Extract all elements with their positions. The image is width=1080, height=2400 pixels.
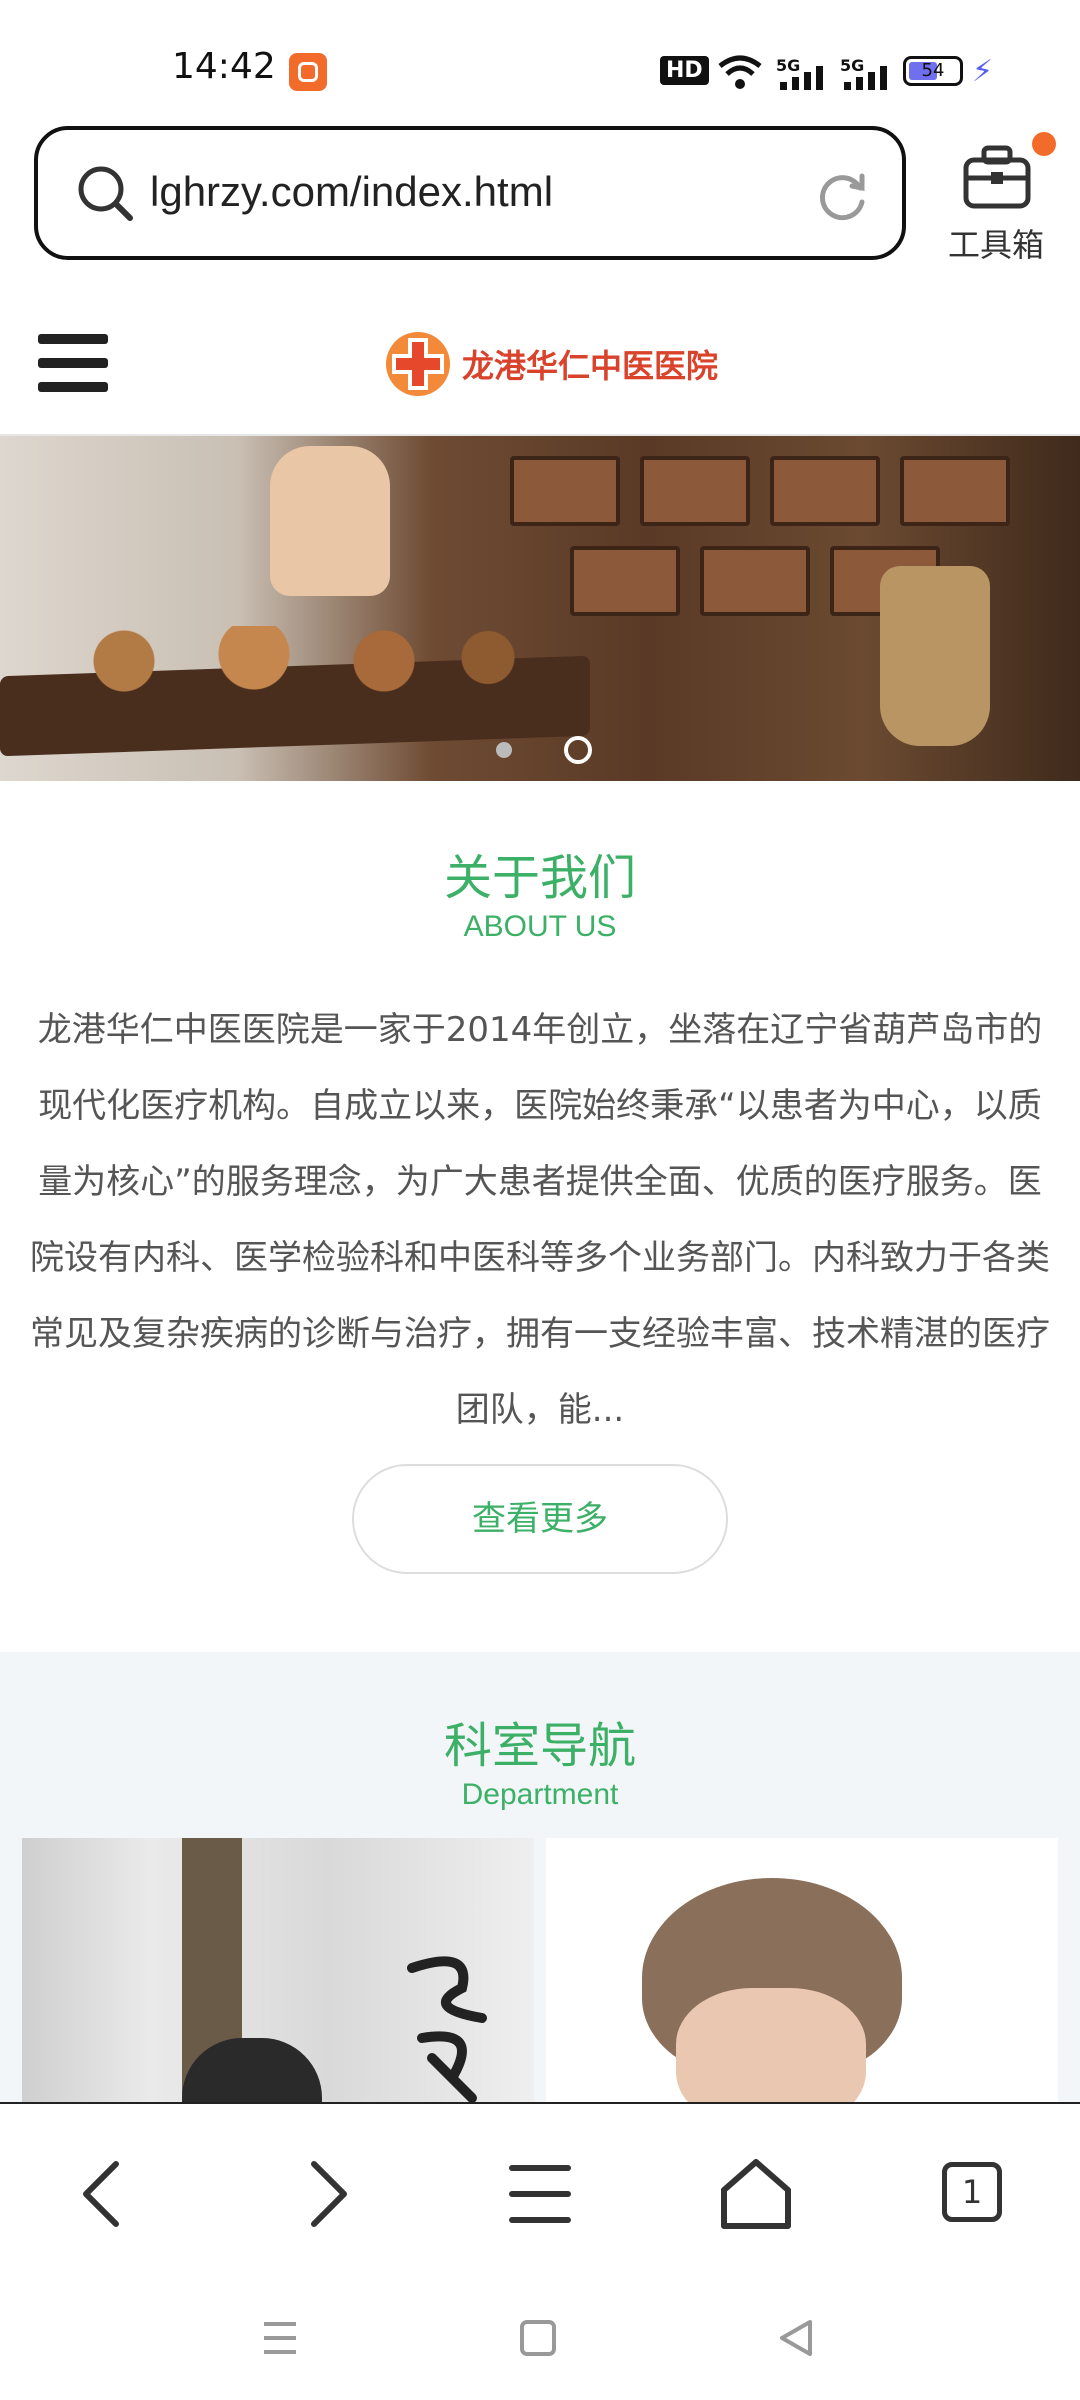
toolbox-label: 工具箱 [947,226,1044,264]
status-bar: 14:42 HD 5G 5G 54 ⚡ [0,0,1080,120]
tabs-button[interactable]: 1 [922,2144,1022,2244]
signal-icon [780,66,823,90]
doctor-photo [676,1988,866,2102]
search-icon[interactable] [76,164,136,224]
status-time: 14:42 [172,46,276,87]
carousel-dot-2[interactable] [564,736,592,764]
back-icon[interactable] [56,2144,156,2244]
logo-text: 龙港华仁中医医院 [462,347,719,385]
about-subtitle: ABOUT US [463,910,617,943]
system-nav-bar [0,2264,1080,2400]
battery-icon: 54 [903,56,963,86]
hd-icon: HD [660,56,709,85]
app-notification-icon [289,53,327,91]
reload-icon[interactable] [814,168,870,224]
recent-apps-icon[interactable] [250,2308,310,2368]
doctor-card[interactable] [546,1838,1058,2102]
tabs-icon: 1 [942,2162,1002,2222]
herbs-image [20,626,540,696]
home-icon[interactable] [706,2144,806,2244]
red-cross-logo-icon [386,332,450,396]
toolbox-button[interactable]: 工具箱 [944,132,1056,264]
about-title: 关于我们 [443,850,636,906]
address-bar[interactable]: lghrzy.com/index.html [34,126,906,260]
browser-bottom-nav: 1 [0,2104,1080,2264]
carousel-indicators [496,736,596,766]
mortar-image [880,566,990,746]
notification-dot [1032,132,1056,156]
signal-icon [844,66,887,90]
carousel-dot-1[interactable] [496,742,512,758]
forward-icon[interactable] [274,2144,374,2244]
hamburger-menu-icon[interactable] [38,334,108,392]
department-title: 科室导航 [443,1718,636,1774]
about-description: 龙港华仁中医医院是一家于2014年创立，坐落在辽宁省葫芦岛市的现代化医疗机构。自… [30,1010,1050,1430]
battery-level: 54 [921,60,945,81]
back-triangle-icon[interactable] [766,2308,826,2368]
url-field[interactable]: lghrzy.com/index.html [150,168,553,216]
view-more-button[interactable]: 查看更多 [352,1464,728,1574]
banner-carousel[interactable] [0,436,1080,781]
home-square-icon[interactable] [508,2308,568,2368]
department-subtitle: Department [461,1778,619,1811]
wifi-icon [718,55,762,89]
calligraphy-image [407,1956,487,2102]
menu-icon[interactable] [490,2144,590,2244]
charging-icon: ⚡ [972,54,994,89]
toolbox-icon [963,145,1031,209]
site-logo[interactable]: 龙港华仁中医医院 [382,326,718,402]
hand-image [270,446,390,596]
doctor-card[interactable] [22,1838,534,2102]
